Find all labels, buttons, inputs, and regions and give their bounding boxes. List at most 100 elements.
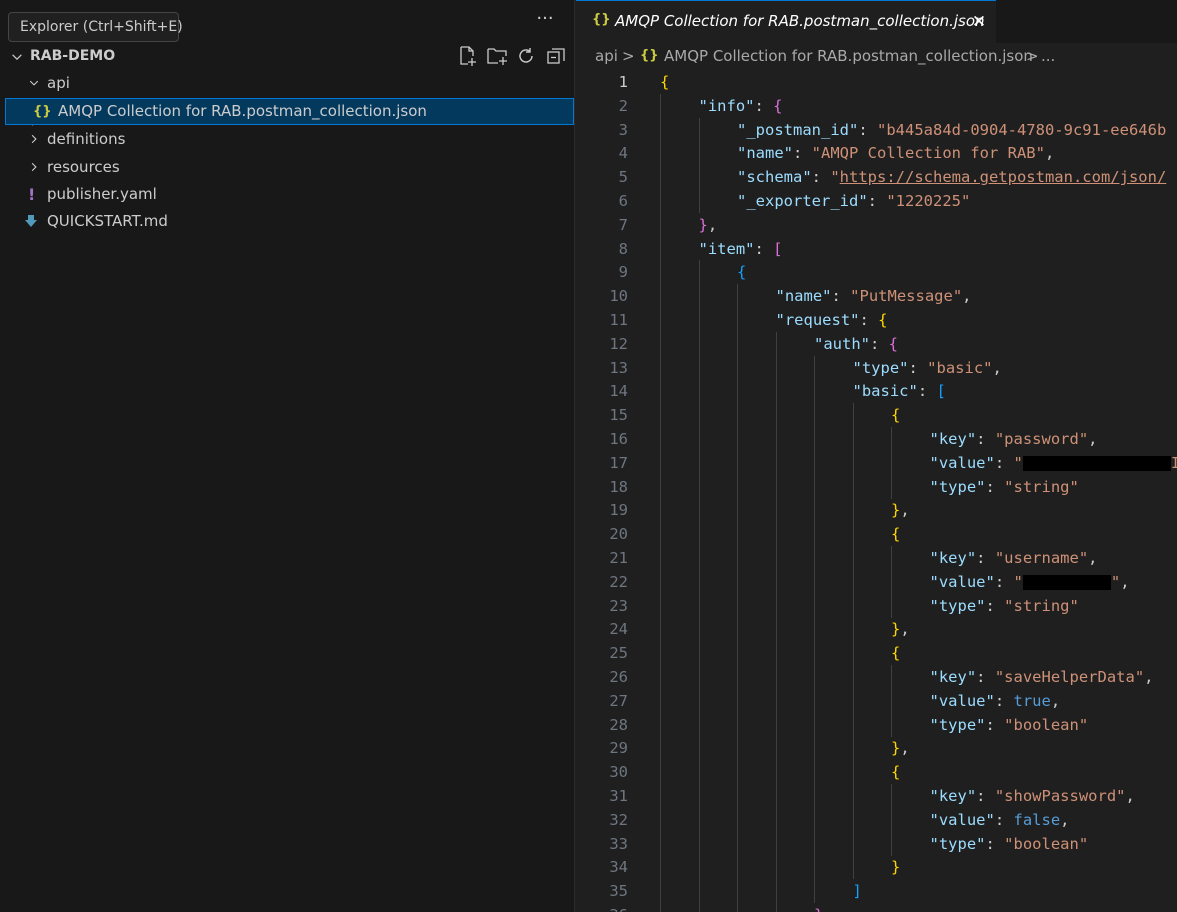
tree-item-json-file[interactable]: {} AMQP Collection for RAB.postman_colle… (5, 98, 574, 125)
tree-item-quickstart-md[interactable]: QUICKSTART.md (0, 208, 575, 235)
new-file-icon[interactable] (455, 45, 479, 67)
breadcrumb-file[interactable]: AMQP Collection for RAB.postman_collecti… (664, 47, 1033, 65)
indent-guide (775, 665, 777, 689)
indent-guide (660, 665, 661, 689)
indent-guide (814, 355, 815, 380)
code-line[interactable]: 16 "key": "password", (576, 427, 1177, 451)
code-editor[interactable]: 1{2 "info": {3 "_postman_id": "b445a84d-09… (576, 70, 1177, 912)
code-line[interactable]: 18 "type": "string" (576, 474, 1177, 499)
code-line[interactable]: 28 "type": "boolean" (576, 712, 1177, 737)
code-line[interactable]: 4 "name": "AMQP Collection for RAB", (576, 141, 1177, 166)
code-line[interactable]: 36} (576, 903, 1177, 912)
code-line[interactable]: 24}, (576, 617, 1177, 642)
indent-guide (737, 855, 738, 880)
code-text: "item": [ (699, 237, 783, 261)
code-line[interactable]: 3 "_postman_id": "b445a84d-0904-4780-9c91… (576, 117, 1177, 142)
indent-guide (698, 427, 700, 451)
code-line[interactable]: 20 { (576, 522, 1177, 547)
code-token: : (976, 787, 995, 805)
indent-guide (660, 855, 661, 880)
code-token: " (1110, 572, 1121, 591)
chevron-right-icon (26, 154, 42, 181)
tree-item-definitions-folder[interactable]: definitions (0, 126, 575, 153)
code-line[interactable]: 31 "key": "showPassword", (576, 784, 1177, 808)
code-text: "value": false, (930, 808, 1070, 832)
indent-guide (814, 427, 815, 451)
indent-guide (852, 522, 854, 547)
code-line[interactable]: 5 "schema": "https://schema.getpostman.co… (576, 165, 1177, 190)
tab-bar: {} AMQP Collection for RAB.postman_colle… (576, 0, 1177, 43)
indent-guide (698, 903, 700, 912)
code-line[interactable]: 32 "value": false, (576, 807, 1177, 832)
tree-item-publisher-yaml[interactable]: ! publisher.yaml (0, 181, 575, 208)
tree-item-label: resources (47, 158, 120, 176)
indent-guide (660, 498, 661, 523)
tab-json-file[interactable]: {} AMQP Collection for RAB.postman_colle… (576, 0, 996, 43)
indent-guide (660, 569, 661, 594)
code-line[interactable]: 2 "info": { (576, 93, 1177, 118)
indent-guide (737, 546, 738, 570)
code-token: : (870, 334, 889, 353)
code-line[interactable]: 26 "key": "saveHelperData", (576, 665, 1177, 689)
line-number: 11 (609, 311, 628, 329)
code-text: }, (891, 498, 910, 522)
code-line[interactable]: 35] (576, 879, 1177, 904)
code-line[interactable]: 13 "type": "basic", (576, 355, 1177, 380)
indent-guide (660, 641, 661, 666)
code-line[interactable]: 29}, (576, 736, 1177, 761)
indent-guide (660, 450, 661, 475)
code-line[interactable]: 11 "request": { (576, 308, 1177, 332)
code-line[interactable]: 1{ (576, 70, 1177, 94)
code-line[interactable]: 17 "value": " I (576, 450, 1177, 475)
breadcrumb-symbols[interactable]: ... (1041, 47, 1055, 65)
indent-guide (814, 546, 815, 570)
code-token: } (891, 858, 901, 877)
code-line[interactable]: 30 { (576, 760, 1177, 785)
indent-guide (891, 688, 892, 713)
indent-guide (775, 784, 777, 808)
indent-guide (698, 450, 700, 475)
code-line[interactable]: 23 "type": "string" (576, 593, 1177, 618)
close-icon[interactable]: ✕ (970, 12, 988, 32)
indent-guide (698, 855, 700, 880)
indent-guide (698, 522, 700, 547)
code-line[interactable]: 12 "auth": { (576, 331, 1177, 356)
tree-item-resources-folder[interactable]: resources (0, 154, 575, 181)
line-number: 25 (609, 644, 628, 663)
code-text: "type": "boolean" (930, 832, 1089, 856)
indent-guide (660, 379, 661, 404)
code-line[interactable]: 19}, (576, 498, 1177, 523)
code-line[interactable]: 7}, (576, 212, 1177, 237)
breadcrumb-folder[interactable]: api (595, 47, 618, 65)
code-token: "type" (929, 477, 986, 496)
code-token: "key" (929, 549, 977, 567)
code-line[interactable]: 10 "name": "PutMessage", (576, 284, 1177, 309)
line-number: 8 (618, 239, 628, 258)
indent-guide (891, 427, 892, 451)
indent-guide (852, 641, 854, 666)
chevron-down-icon (7, 45, 27, 67)
code-line[interactable]: 34} (576, 855, 1177, 880)
code-line[interactable]: 8 "item": [ (576, 236, 1177, 261)
code-line[interactable]: 22 "value": " ", (576, 569, 1177, 594)
code-token: "1220225" (886, 192, 971, 210)
code-line[interactable]: 6 "_exporter_id": "1220225" (576, 189, 1177, 213)
collapse-all-icon[interactable] (544, 45, 568, 67)
code-line[interactable]: 14 "basic": [ (576, 379, 1177, 404)
refresh-icon[interactable] (514, 45, 538, 67)
code-token: [ (936, 382, 946, 401)
code-line[interactable]: 21 "key": "username", (576, 546, 1177, 570)
workspace-section-header[interactable]: RAB-DEMO (0, 44, 575, 69)
indent-guide (737, 807, 738, 832)
code-line[interactable]: 15 { (576, 403, 1177, 428)
new-folder-icon[interactable] (485, 45, 509, 67)
tree-item-api-folder[interactable]: api (0, 70, 575, 97)
code-line[interactable]: 9{ (576, 260, 1177, 285)
code-token: "type" (852, 358, 909, 377)
code-line[interactable]: 25 { (576, 641, 1177, 666)
code-line[interactable]: 27 "value": true, (576, 688, 1177, 713)
more-actions-button[interactable]: ··· (533, 8, 557, 32)
explorer-sidebar: Explorer (Ctrl+Shift+E) ··· RAB-DEMO api… (0, 0, 575, 912)
code-line[interactable]: 33 "type": "boolean" (576, 831, 1177, 856)
code-token: , (707, 215, 718, 234)
